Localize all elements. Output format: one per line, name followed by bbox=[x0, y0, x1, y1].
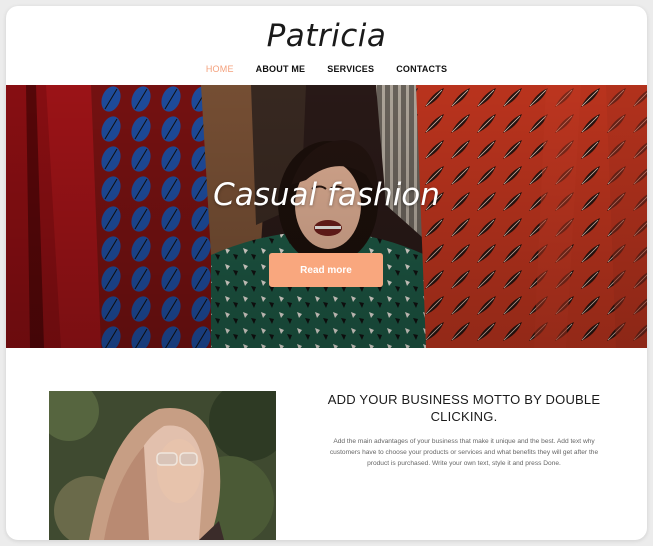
hero-background-image bbox=[6, 85, 647, 348]
business-motto-heading: ADD YOUR BUSINESS MOTTO BY DOUBLE CLICKI… bbox=[327, 392, 601, 424]
hero-section: Casual fashion Read more bbox=[6, 85, 647, 348]
hero-title: Casual fashion bbox=[213, 177, 440, 213]
nav-item-home[interactable]: HOME bbox=[206, 64, 234, 78]
site-logo[interactable]: Patricia bbox=[6, 18, 647, 54]
nav-item-contacts[interactable]: CONTACTS bbox=[396, 64, 447, 78]
nav-item-services[interactable]: SERVICES bbox=[327, 64, 374, 78]
business-description: Add the main advantages of your business… bbox=[329, 438, 599, 467]
portrait-image bbox=[49, 391, 276, 540]
read-more-button[interactable]: Read more bbox=[269, 253, 383, 287]
main-nav: HOME ABOUT ME SERVICES CONTACTS bbox=[6, 64, 647, 78]
page-card: Patricia HOME ABOUT ME SERVICES CONTACTS bbox=[6, 6, 647, 540]
nav-item-about-me[interactable]: ABOUT ME bbox=[256, 64, 306, 78]
